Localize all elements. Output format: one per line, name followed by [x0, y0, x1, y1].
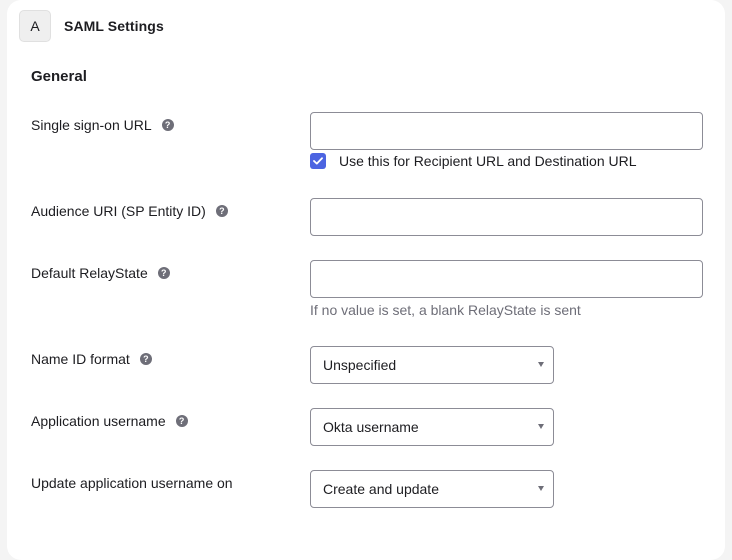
update-username-on-value: Create and update	[323, 481, 439, 497]
name-id-format-value: Unspecified	[323, 357, 397, 373]
help-icon[interactable]: ?	[157, 267, 170, 279]
audience-uri-label-text: Audience URI (SP Entity ID)	[31, 203, 206, 219]
audience-uri-label: Audience URI (SP Entity ID) ?	[31, 203, 228, 219]
caret-down-icon	[538, 486, 544, 491]
card-header: A SAML Settings	[19, 9, 164, 43]
app-username-select[interactable]: Okta username	[310, 408, 554, 446]
relay-state-label-text: Default RelayState	[31, 265, 148, 281]
help-icon[interactable]: ?	[175, 415, 188, 427]
update-username-on-label: Update application username on	[31, 475, 233, 491]
caret-down-icon	[538, 424, 544, 429]
update-username-on-label-text: Update application username on	[31, 475, 233, 491]
name-id-format-label-text: Name ID format	[31, 351, 130, 367]
recipient-checkbox-label: Use this for Recipient URL and Destinati…	[339, 153, 637, 169]
card-title: SAML Settings	[64, 18, 164, 34]
update-username-on-select[interactable]: Create and update	[310, 470, 554, 508]
recipient-destination-checkbox[interactable]	[310, 153, 326, 169]
section-title-general: General	[31, 68, 87, 85]
saml-settings-card: A SAML Settings General Single sign-on U…	[7, 0, 725, 560]
step-badge: A	[19, 10, 51, 42]
relay-state-input[interactable]	[310, 260, 703, 298]
app-username-label-text: Application username	[31, 413, 166, 429]
app-username-value: Okta username	[323, 419, 419, 435]
app-username-label: Application username ?	[31, 413, 188, 429]
audience-uri-input[interactable]	[310, 198, 703, 236]
help-icon[interactable]: ?	[161, 119, 174, 131]
sso-url-label-text: Single sign-on URL	[31, 117, 152, 133]
sso-url-label: Single sign-on URL ?	[31, 117, 174, 133]
caret-down-icon	[538, 362, 544, 367]
checkmark-icon	[313, 157, 323, 165]
relay-state-label: Default RelayState ?	[31, 265, 170, 281]
recipient-checkbox-row[interactable]: Use this for Recipient URL and Destinati…	[310, 153, 637, 169]
name-id-format-label: Name ID format ?	[31, 351, 152, 367]
sso-url-input[interactable]	[310, 112, 703, 150]
name-id-format-select[interactable]: Unspecified	[310, 346, 554, 384]
help-icon[interactable]: ?	[139, 353, 152, 365]
help-icon[interactable]: ?	[215, 205, 228, 217]
relay-state-hint: If no value is set, a blank RelayState i…	[310, 302, 581, 318]
